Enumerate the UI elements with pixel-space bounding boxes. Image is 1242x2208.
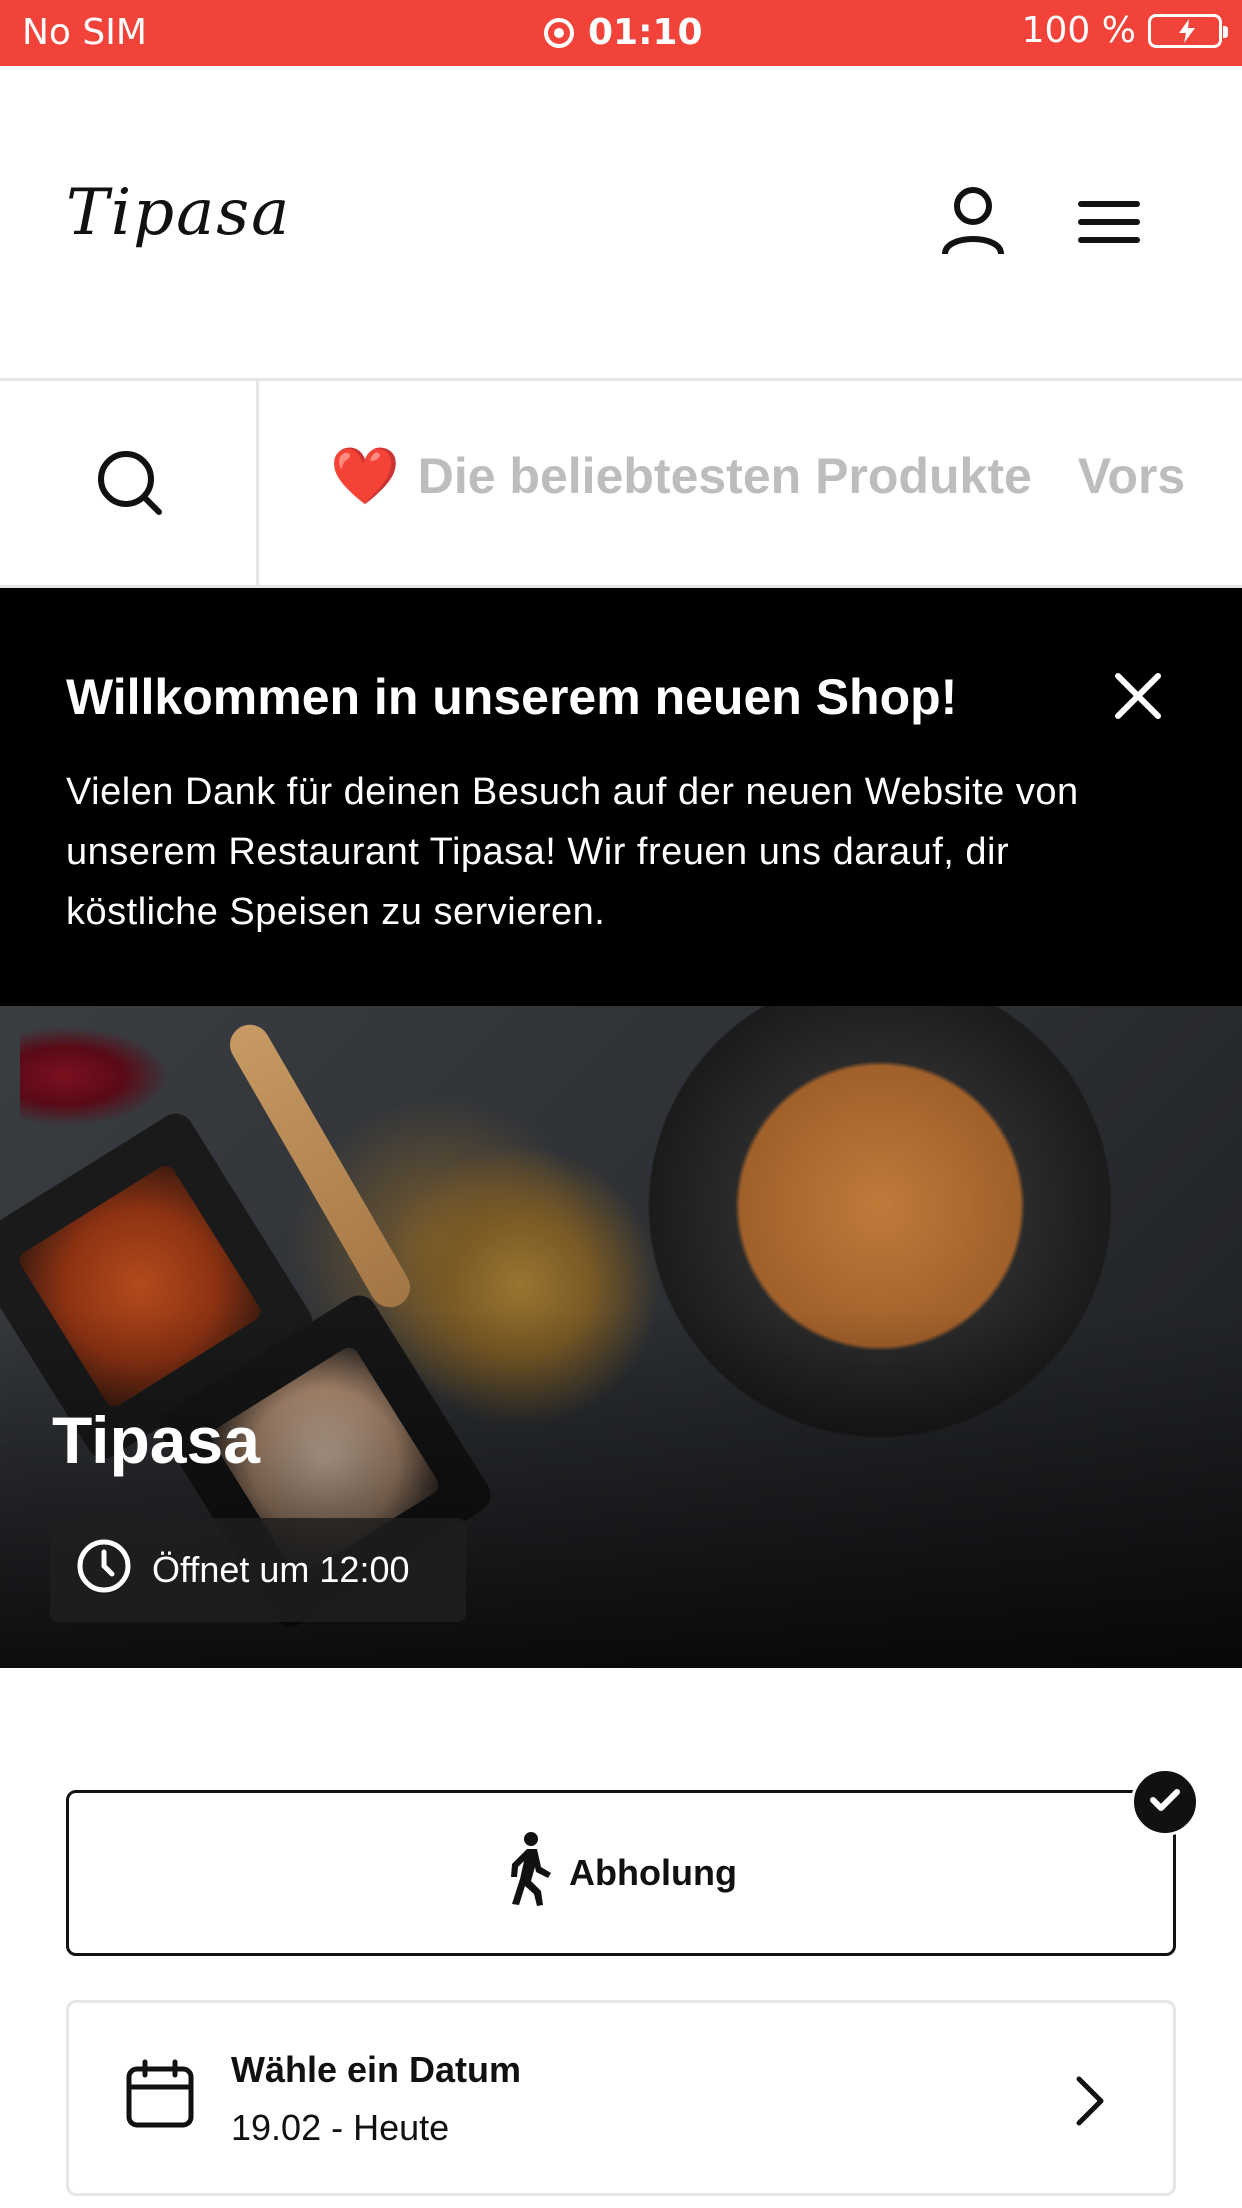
hero-image: Tipasa Öffnet um 12:00 — [0, 1006, 1242, 1668]
clock-time: 01:10 — [588, 12, 703, 53]
search-icon — [96, 449, 164, 522]
date-picker-title: Wähle ein Datum — [231, 2049, 522, 2090]
status-right: 100 % — [1021, 10, 1228, 51]
category-nav: ❤️ Die beliebtesten Produkte Vors — [0, 381, 1242, 588]
site-header: Tipasa — [0, 66, 1242, 381]
banner-text: Vielen Dank für deinen Besuch auf der ne… — [66, 771, 1079, 933]
category-tab-label: Vors — [1077, 448, 1186, 504]
carrier-label: No SIM — [22, 12, 147, 53]
menu-icon[interactable] — [1078, 200, 1140, 249]
heart-icon: ❤️ — [330, 444, 400, 507]
close-icon[interactable] — [1114, 672, 1162, 725]
decor-beans — [20, 1026, 170, 1126]
status-center: 01:10 — [544, 12, 703, 53]
screen-record-icon — [544, 17, 574, 48]
clock-icon — [76, 1538, 132, 1603]
restaurant-name: Tipasa — [52, 1403, 260, 1477]
category-tab-next[interactable]: Vors — [1078, 447, 1185, 505]
pickup-option-button[interactable]: Abholung — [66, 1790, 1176, 1956]
banner-title: Willkommen in unserem neuen Shop! — [66, 669, 958, 725]
category-tabs: ❤️ Die beliebtesten Produkte Vors — [330, 447, 1185, 505]
check-icon — [1149, 1787, 1181, 1818]
battery-icon — [1148, 13, 1228, 48]
welcome-banner: Willkommen in unserem neuen Shop! Vielen… — [0, 588, 1242, 1006]
opening-hours-text: Öffnet um 12:00 — [152, 1549, 410, 1590]
battery-percent: 100 % — [1021, 10, 1136, 51]
pickup-label: Abholung — [569, 1852, 737, 1893]
calendar-icon — [125, 2059, 195, 2134]
date-picker-value: 19.02 - Heute — [231, 2107, 450, 2148]
chevron-right-icon — [1069, 2075, 1109, 2132]
category-tab-popular[interactable]: ❤️ Die beliebtesten Produkte — [330, 447, 1032, 505]
opening-hours-badge: Öffnet um 12:00 — [50, 1518, 466, 1622]
category-tab-label: Die beliebtesten Produkte — [417, 448, 1032, 504]
status-bar: No SIM 01:10 100 % — [0, 0, 1242, 66]
brand-logo[interactable]: Tipasa — [66, 176, 291, 250]
date-picker-row[interactable]: Wähle ein Datum 19.02 - Heute — [66, 2000, 1176, 2196]
walking-person-icon — [505, 1831, 555, 1916]
selected-check-badge — [1131, 1768, 1199, 1836]
user-icon[interactable] — [940, 186, 1006, 261]
search-button[interactable] — [0, 381, 259, 585]
